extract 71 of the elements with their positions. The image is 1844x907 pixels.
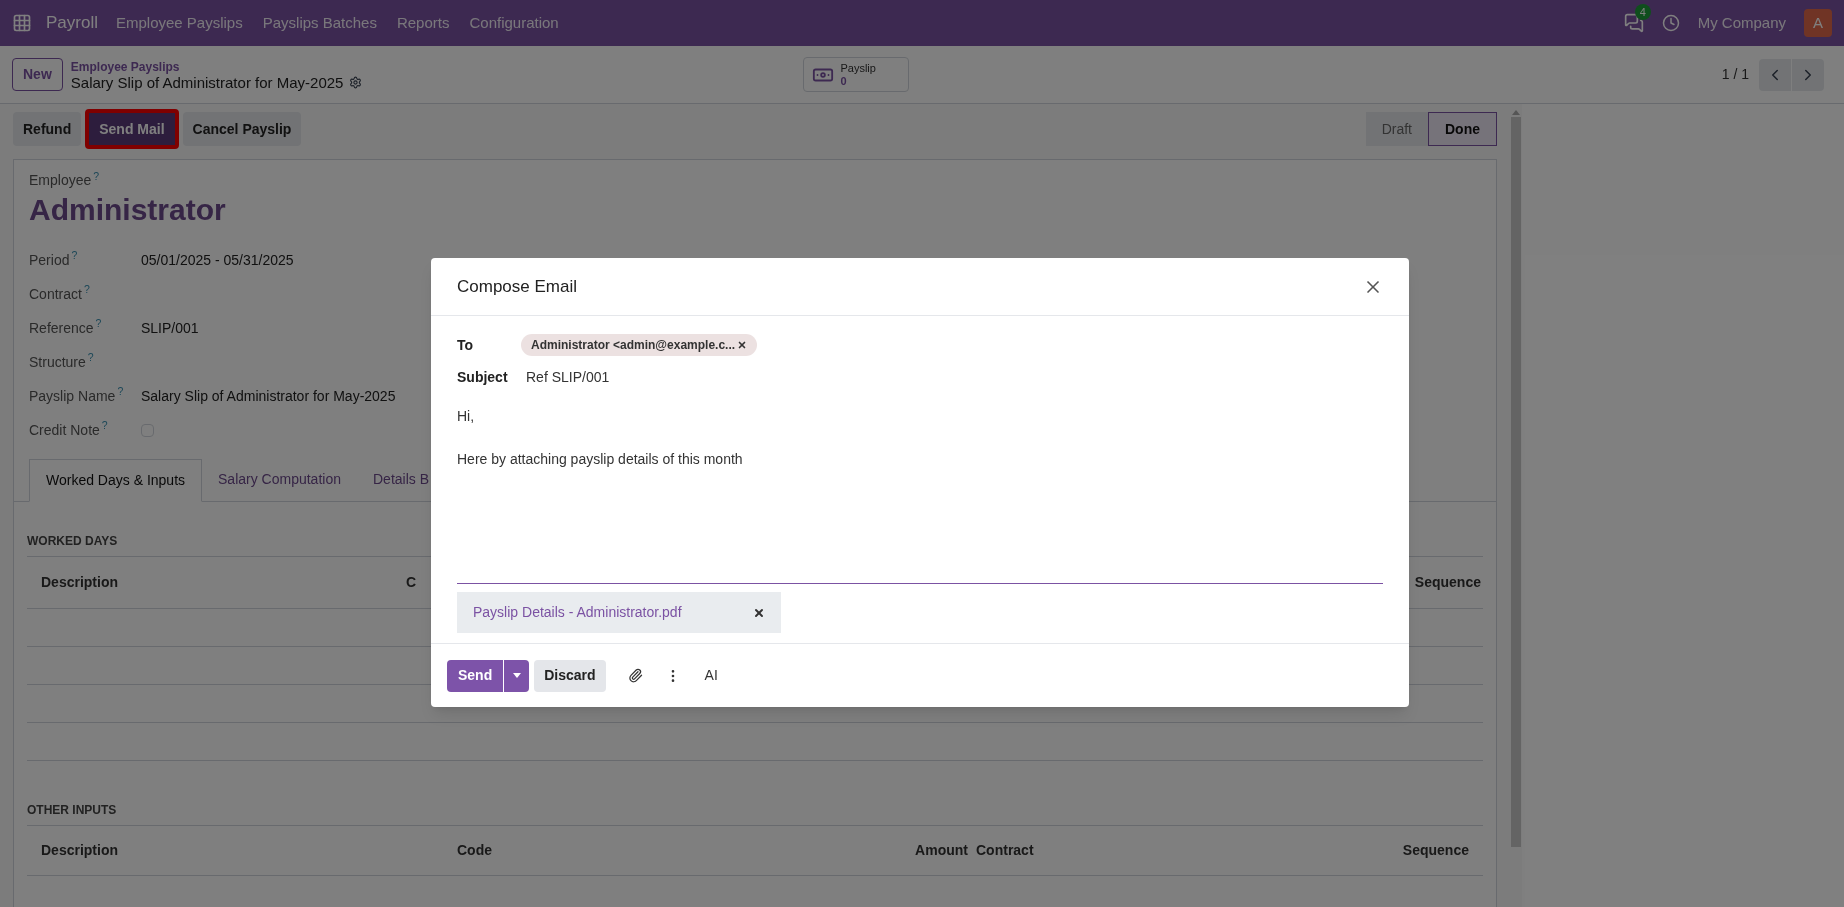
column-header[interactable]: Sequence <box>1363 840 1483 861</box>
paperclip-icon[interactable] <box>627 668 643 683</box>
menu-item[interactable]: Reports <box>396 11 450 35</box>
menu-item[interactable]: Configuration <box>469 11 559 35</box>
company-name[interactable]: My Company <box>1697 11 1786 35</box>
action-button[interactable]: Cancel Payslip <box>182 112 302 146</box>
app-title[interactable]: Payroll <box>46 10 98 36</box>
breadcrumb-link[interactable]: Employee Payslips <box>70 58 363 75</box>
previous-button[interactable] <box>1759 58 1791 91</box>
field-value: 05/01/2025 - 05/31/2025 <box>141 250 294 270</box>
field-label: Employee <box>29 172 92 188</box>
caret-icon <box>512 673 521 678</box>
field-value: SLIP/001 <box>141 318 199 338</box>
field-label: Contract <box>29 285 82 302</box>
payslip-smart-button[interactable]: Payslip 0 <box>803 57 910 92</box>
action-button[interactable]: Refund <box>13 112 82 146</box>
subject-field[interactable]: Ref SLIP/001 <box>526 366 610 388</box>
field-value: Salary Slip of Administrator for May-2025 <box>141 386 396 406</box>
dialog-title: Compose Email <box>457 275 577 298</box>
next-button[interactable] <box>1792 58 1824 91</box>
recipient-tag[interactable]: Administrator <admin@example.c... <box>521 334 758 356</box>
column-header[interactable]: Amount <box>854 840 971 861</box>
attachment-card[interactable]: Payslip Details - Administrator.pdf <box>457 592 781 633</box>
column-header[interactable]: Description <box>27 840 443 861</box>
smart-button-count: 0 <box>840 74 848 88</box>
apps-menu-icon[interactable] <box>12 13 32 33</box>
discard-button[interactable]: Discard <box>534 659 606 692</box>
employee-name: Administrator <box>29 192 227 228</box>
settings-icon[interactable] <box>349 76 363 89</box>
help-mark: ? <box>117 385 124 398</box>
new-button[interactable]: New <box>12 58 63 91</box>
to-label: To <box>457 335 475 355</box>
pager-value: 1 / 1 <box>1721 65 1749 84</box>
form-tab[interactable]: Salary Computation <box>202 459 357 501</box>
menu-item[interactable]: Payslips Batches <box>262 11 377 35</box>
send-options-button[interactable] <box>504 659 530 692</box>
user-avatar[interactable]: A <box>1804 9 1832 37</box>
help-mark: ? <box>71 249 78 262</box>
record-title: Salary Slip of Administrator for May-2025 <box>70 74 344 91</box>
column-header[interactable]: Contract <box>971 840 1363 861</box>
smart-button-label: Payslip <box>840 61 876 75</box>
subject-label: Subject <box>457 367 509 387</box>
message-count-badge: 4 <box>1634 4 1651 20</box>
form-tab[interactable]: Worked Days & Inputs <box>29 459 203 502</box>
send-button[interactable]: Send <box>447 659 504 692</box>
column-header[interactable]: Code <box>443 840 854 861</box>
help-mark: ? <box>87 351 94 364</box>
help-mark: ? <box>95 317 102 330</box>
field-label: Credit Note <box>29 421 100 438</box>
status-stage[interactable]: Draft <box>1365 112 1428 146</box>
field-label: Payslip Name <box>29 387 116 404</box>
clock-icon[interactable] <box>1661 14 1680 32</box>
field-label: Structure <box>29 353 86 370</box>
action-button[interactable]: Send Mail <box>85 109 179 149</box>
remove-icon[interactable] <box>737 340 748 350</box>
attachment-name[interactable]: Payslip Details - Administrator.pdf <box>473 602 682 623</box>
column-header[interactable]: Description <box>27 572 392 593</box>
ai-button[interactable]: AI <box>700 665 722 686</box>
body-text: Here by attaching payslip details of this month <box>457 450 744 469</box>
scrollbar-thumb[interactable] <box>1511 117 1521 847</box>
help-mark: ? <box>101 419 108 432</box>
body-text: Hi, <box>457 407 476 426</box>
field-label: Period <box>29 251 70 268</box>
field-label: Reference <box>29 319 94 336</box>
email-body-editor[interactable]: Hi, Here by attaching payslip details of this month <box>457 394 1383 584</box>
help-mark: ? <box>93 169 100 182</box>
help-mark: ? <box>83 283 90 296</box>
remove-icon[interactable] <box>753 606 765 619</box>
menu-item[interactable]: Employee Payslips <box>115 11 243 35</box>
status-stage[interactable]: Done <box>1428 112 1497 146</box>
section-title: OTHER INPUTS <box>27 801 1483 826</box>
